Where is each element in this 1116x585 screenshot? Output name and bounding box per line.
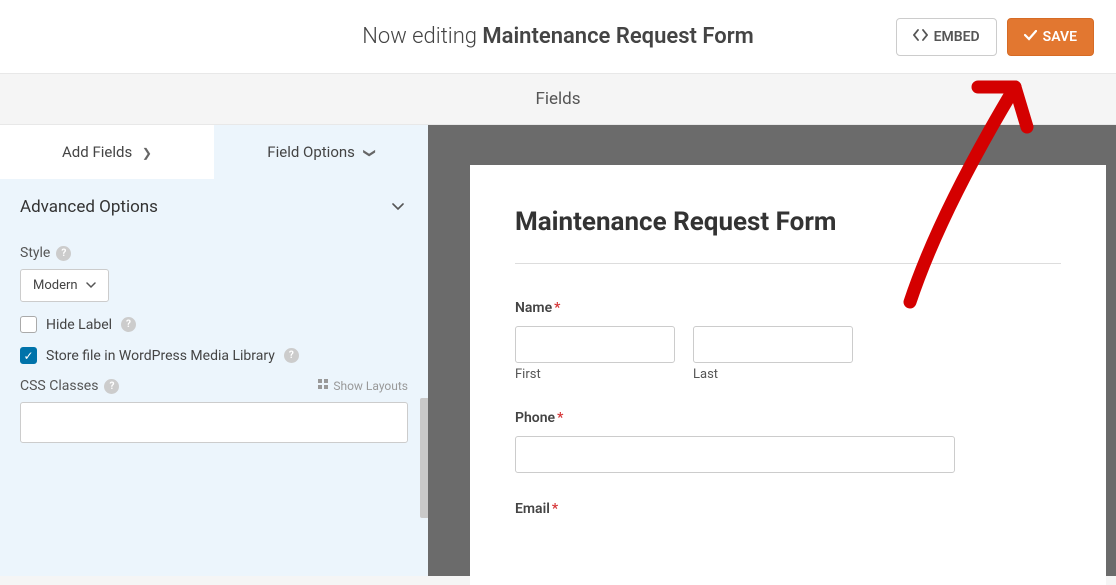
page-title: Now editing Maintenance Request Form [362,24,754,49]
workspace: Add Fields ❯ Field Options ❯ Advanced Op… [0,125,1116,576]
css-classes-header: CSS Classes ? Show Layouts [20,378,408,394]
grid-icon [318,379,329,393]
form-preview: Maintenance Request Form Name* First Las… [428,125,1116,576]
style-field: Style ? Modern [20,245,408,302]
store-file-text: Store file in WordPress Media Library [46,348,275,364]
section-title: Fields [0,74,1116,125]
style-label: Style [20,245,50,261]
embed-button[interactable]: EMBED [896,18,997,56]
email-field-label: Email* [515,501,1061,517]
first-sublabel: First [515,367,675,382]
embed-label: EMBED [934,29,980,45]
chevron-right-icon: ❯ [142,146,152,160]
hide-label-row: Hide Label ? [20,316,408,333]
required-asterisk: * [554,300,560,316]
editor-header: Now editing Maintenance Request Form EMB… [0,0,1116,74]
save-button[interactable]: SAVE [1007,18,1094,56]
help-icon[interactable]: ? [121,317,136,332]
show-layouts-button[interactable]: Show Layouts [318,379,408,393]
hide-label-text: Hide Label [46,317,112,333]
last-sublabel: Last [693,367,853,382]
advanced-options-label: Advanced Options [20,197,158,217]
advanced-options-body: Style ? Modern Hide Label ? [0,235,428,463]
code-icon [913,29,928,45]
hide-label-checkbox[interactable] [20,316,37,333]
tab-add-fields[interactable]: Add Fields ❯ [0,125,214,179]
form-name: Maintenance Request Form [482,24,753,49]
required-asterisk: * [552,501,558,517]
phone-field-label: Phone* [515,410,1061,426]
field-options-panel: Advanced Options Style ? Modern [0,179,428,463]
name-inputs [515,326,1061,363]
editing-prefix: Now editing [362,24,482,49]
phone-input[interactable] [515,436,955,473]
css-classes-label-row: CSS Classes ? [20,378,119,394]
store-file-checkbox[interactable]: ✓ [20,347,37,364]
chevron-down-icon: ❯ [363,148,377,158]
tab-field-options[interactable]: Field Options ❯ [214,125,428,179]
chevron-down-icon [388,199,408,215]
css-classes-input[interactable] [20,402,408,443]
last-name-input[interactable] [693,326,853,363]
style-select[interactable]: Modern [20,269,109,302]
sidebar: Add Fields ❯ Field Options ❯ Advanced Op… [0,125,428,576]
store-file-row: ✓ Store file in WordPress Media Library … [20,347,408,364]
show-layouts-label: Show Layouts [333,379,408,393]
style-label-row: Style ? [20,245,408,261]
tab-add-fields-label: Add Fields [62,143,132,161]
form-title: Maintenance Request Form [515,207,1061,237]
help-icon[interactable]: ? [284,348,299,363]
sidebar-tabs: Add Fields ❯ Field Options ❯ [0,125,428,179]
form-canvas[interactable]: Maintenance Request Form Name* First Las… [470,165,1106,585]
style-value: Modern [33,278,78,293]
name-field-label: Name* [515,300,1061,316]
name-sublabels: First Last [515,367,1061,382]
first-name-input[interactable] [515,326,675,363]
help-icon[interactable]: ? [104,379,119,394]
tab-field-options-label: Field Options [267,143,355,161]
check-icon [1024,29,1037,45]
required-asterisk: * [557,410,563,426]
chevron-down-icon [86,278,96,293]
save-label: SAVE [1043,29,1077,45]
advanced-options-accordion[interactable]: Advanced Options [0,179,428,235]
form-divider [515,263,1061,264]
help-icon[interactable]: ? [56,246,71,261]
header-actions: EMBED SAVE [896,18,1094,56]
css-classes-label: CSS Classes [20,378,98,394]
